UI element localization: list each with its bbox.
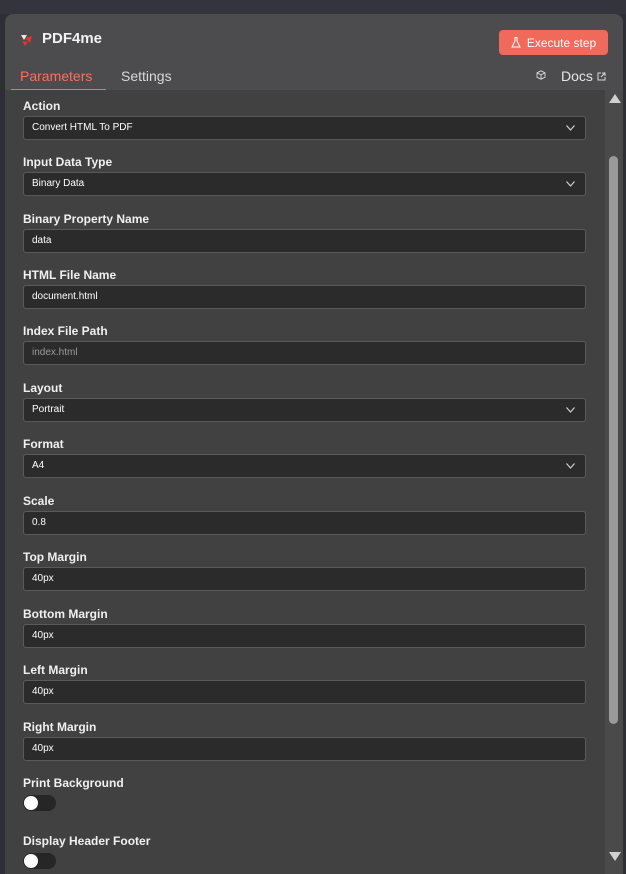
- field-label: Action: [23, 99, 61, 113]
- chevron-down-icon: [566, 407, 575, 413]
- input-data-type-select[interactable]: Binary Data: [23, 172, 586, 196]
- node-title: PDF4me: [42, 30, 103, 47]
- parameters-form: Action Convert HTML To PDF Input Data Ty…: [5, 90, 605, 874]
- docs-label: Docs: [561, 68, 593, 84]
- field-label: HTML File Name: [23, 268, 117, 282]
- scale-input[interactable]: 0.8: [23, 511, 586, 535]
- scrollbar-thumb[interactable]: [609, 156, 618, 724]
- field-format: Format A4: [23, 436, 586, 478]
- external-link-icon: [597, 72, 606, 80]
- field-label: Input Data Type: [23, 155, 113, 169]
- field-top-margin: Top Margin 40px: [23, 549, 586, 591]
- pdf4me-logo-icon: [21, 35, 32, 46]
- field-display-header-footer: Display Header Footer: [23, 833, 586, 869]
- chevron-down-icon: [566, 463, 575, 469]
- select-value: Portrait: [32, 404, 65, 415]
- execute-step-button[interactable]: Execute step: [499, 30, 608, 55]
- field-label: Print Background: [23, 776, 124, 790]
- select-value: Convert HTML To PDF: [32, 122, 133, 133]
- flask-icon: [511, 37, 521, 48]
- execute-step-label: Execute step: [526, 35, 597, 50]
- field-print-background: Print Background: [23, 775, 586, 811]
- scroll-up-arrow-icon[interactable]: [609, 94, 621, 103]
- field-binary-property-name: Binary Property Name data: [23, 211, 586, 253]
- field-label: Top Margin: [23, 550, 87, 564]
- chevron-down-icon: [566, 181, 575, 187]
- bottom-margin-input[interactable]: 40px: [23, 624, 586, 648]
- field-html-file-name: HTML File Name document.html: [23, 267, 586, 309]
- panel-header: PDF4me Execute step Parameters Settings …: [5, 14, 623, 91]
- field-right-margin: Right Margin 40px: [23, 719, 586, 761]
- toggle-knob: [24, 854, 38, 868]
- window-top-strip: [0, 0, 626, 14]
- docs-link[interactable]: Docs: [561, 68, 606, 84]
- display-header-footer-toggle[interactable]: [23, 853, 56, 869]
- field-index-file-path: Index File Path index.html: [23, 323, 586, 365]
- field-layout: Layout Portrait: [23, 380, 586, 422]
- field-left-margin: Left Margin 40px: [23, 662, 586, 704]
- node-panel: PDF4me Execute step Parameters Settings …: [5, 14, 623, 874]
- field-label: Left Margin: [23, 663, 88, 677]
- field-label: Format: [23, 437, 64, 451]
- field-scale: Scale 0.8: [23, 493, 586, 535]
- field-label: Scale: [23, 494, 55, 508]
- action-select[interactable]: Convert HTML To PDF: [23, 116, 586, 140]
- toggle-knob: [24, 796, 38, 810]
- html-file-name-input[interactable]: document.html: [23, 285, 586, 309]
- chevron-down-icon: [566, 125, 575, 131]
- top-margin-input[interactable]: 40px: [23, 567, 586, 591]
- select-value: Binary Data: [32, 178, 85, 189]
- cube-icon[interactable]: [536, 70, 546, 80]
- index-file-path-input[interactable]: index.html: [23, 341, 586, 365]
- field-action: Action Convert HTML To PDF: [23, 98, 586, 140]
- print-background-toggle[interactable]: [23, 795, 56, 811]
- right-margin-input[interactable]: 40px: [23, 737, 586, 761]
- field-label: Bottom Margin: [23, 607, 108, 621]
- binary-property-name-input[interactable]: data: [23, 229, 586, 253]
- select-value: A4: [32, 460, 45, 471]
- scrollbar[interactable]: [605, 90, 623, 874]
- tab-settings[interactable]: Settings: [121, 68, 172, 84]
- field-input-data-type: Input Data Type Binary Data: [23, 154, 586, 196]
- left-margin-input[interactable]: 40px: [23, 680, 586, 704]
- field-label: Display Header Footer: [23, 834, 151, 848]
- field-bottom-margin: Bottom Margin 40px: [23, 606, 586, 648]
- tab-parameters[interactable]: Parameters: [20, 68, 92, 84]
- field-label: Index File Path: [23, 324, 108, 338]
- field-label: Layout: [23, 381, 63, 395]
- field-label: Binary Property Name: [23, 212, 150, 226]
- layout-select[interactable]: Portrait: [23, 398, 586, 422]
- field-label: Right Margin: [23, 720, 97, 734]
- format-select[interactable]: A4: [23, 454, 586, 478]
